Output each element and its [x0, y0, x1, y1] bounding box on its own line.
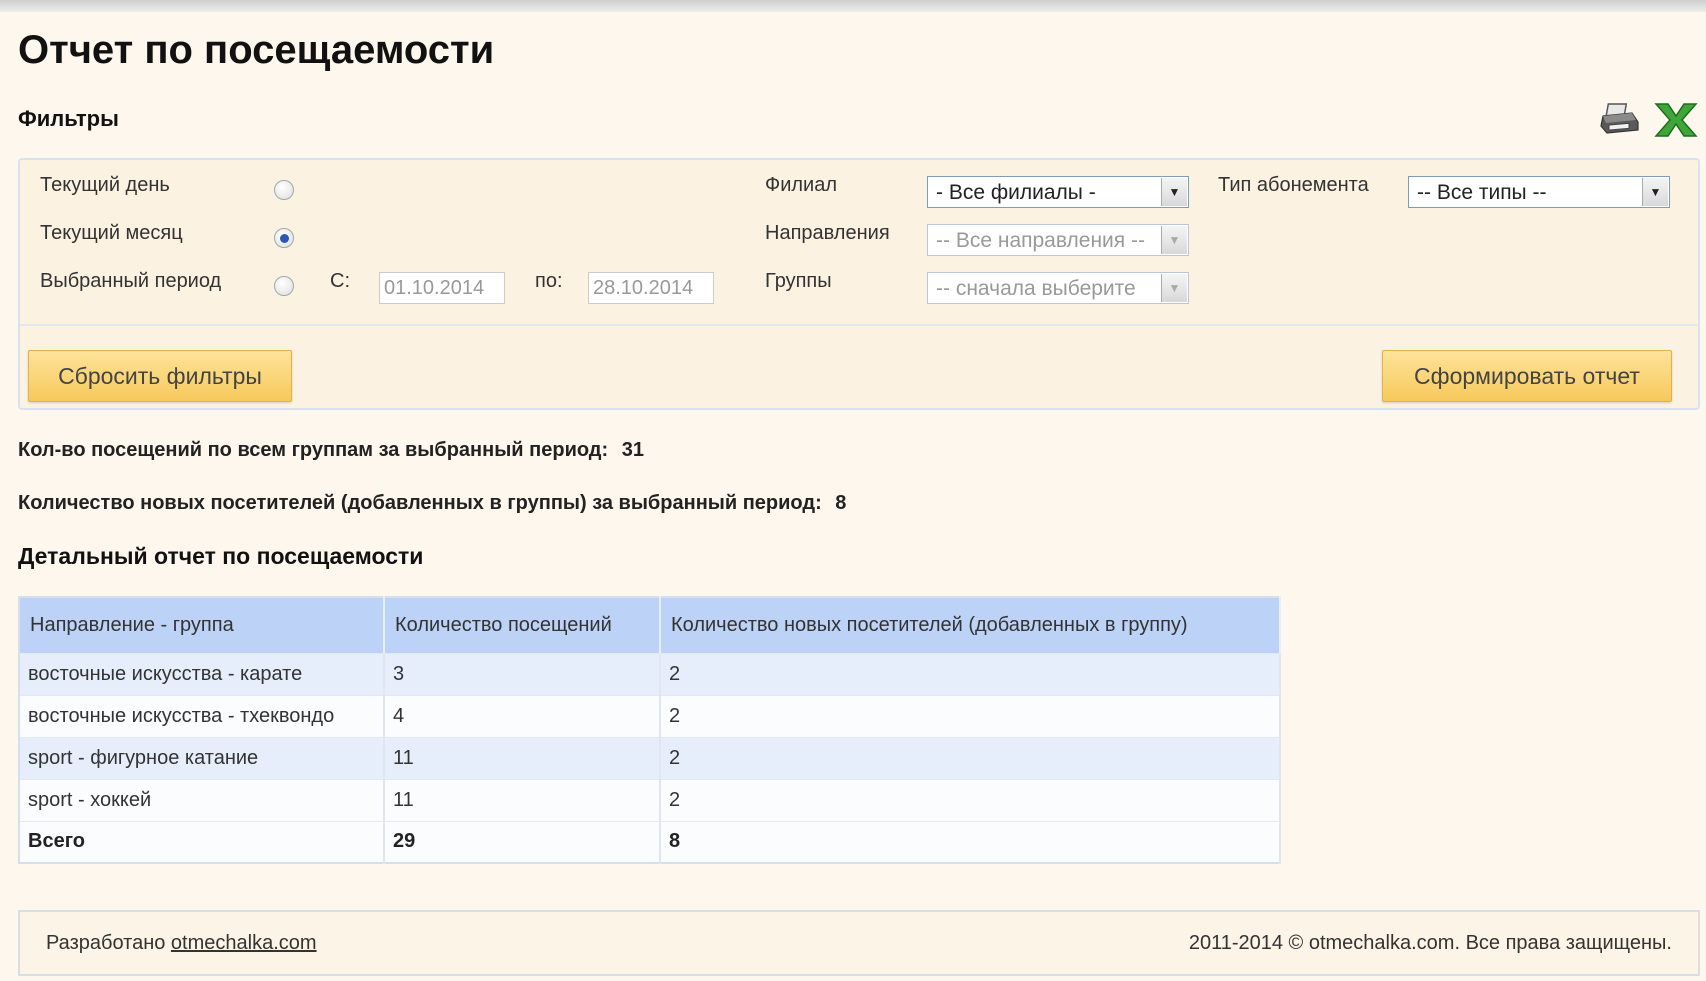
directions-select[interactable]: -- Все направления -- ▼: [927, 224, 1189, 256]
subscription-type-label: Тип абонемента: [1218, 174, 1369, 196]
filters-title: Фильтры: [18, 106, 119, 131]
new-visitors-stat: Количество новых посетителей (добавленны…: [18, 492, 846, 515]
chevron-down-icon: ▼: [1642, 178, 1668, 206]
table-cell: 29: [384, 820, 661, 863]
date-to-input[interactable]: [588, 272, 714, 304]
footer-developer-link[interactable]: otmechalka.com: [171, 932, 317, 954]
groups-select-value: -- сначала выберите: [936, 277, 1136, 300]
current-day-label: Текущий день: [40, 174, 170, 196]
chevron-down-icon: ▼: [1161, 178, 1187, 206]
subscription-type-select-value: -- Все типы --: [1417, 181, 1547, 204]
chevron-down-icon: ▼: [1161, 226, 1187, 254]
branch-select-value: - Все филиалы -: [936, 181, 1096, 204]
selected-period-radio[interactable]: [274, 276, 294, 296]
table-cell: sport - хоккей: [19, 778, 385, 821]
new-visitors-stat-value: 8: [835, 492, 847, 514]
table-cell: sport - фигурное катание: [19, 736, 385, 779]
branch-label: Филиал: [765, 174, 838, 196]
current-month-radio[interactable]: [274, 228, 294, 248]
current-month-label: Текущий месяц: [40, 222, 183, 244]
table-cell: 8: [660, 820, 1281, 863]
filter-divider: [20, 324, 1698, 326]
date-from-label: С:: [330, 270, 350, 292]
footer-developed-label: Разработано: [46, 932, 166, 954]
column-header: Количество посещений: [384, 597, 661, 653]
footer: Разработано otmechalka.com 2011-2014 © o…: [18, 910, 1700, 976]
current-day-radio[interactable]: [274, 180, 294, 200]
subscription-type-select[interactable]: -- Все типы -- ▼: [1408, 176, 1670, 208]
reset-filters-button[interactable]: Сбросить фильтры: [28, 350, 292, 402]
table-row: восточные искусства - карате 3 2: [19, 652, 1281, 695]
detailed-report-title: Детальный отчет по посещаемости: [18, 543, 424, 569]
table-cell: 2: [660, 694, 1281, 737]
table-row: sport - фигурное катание 11 2: [19, 736, 1281, 779]
table-cell: 4: [384, 694, 661, 737]
table-header-row: Направление - группа Количество посещени…: [19, 597, 1281, 653]
table-cell: 2: [660, 652, 1281, 695]
table-cell: 2: [660, 736, 1281, 779]
new-visitors-stat-label: Количество новых посетителей (добавленны…: [18, 492, 822, 514]
page-title: Отчет по посещаемости: [18, 28, 495, 72]
groups-label: Группы: [765, 270, 832, 292]
selected-period-label: Выбранный период: [40, 270, 222, 292]
printer-icon[interactable]: [1598, 100, 1642, 140]
top-bar: [0, 0, 1706, 12]
table-cell: восточные искусства - карате: [19, 652, 385, 695]
filter-panel: Текущий день Текущий месяц Выбранный пер…: [18, 158, 1700, 410]
footer-copyright: 2011-2014 © otmechalka.com. Все права за…: [1188, 932, 1672, 954]
table-total-row: Всего 29 8: [19, 820, 1281, 863]
visits-stat-value: 31: [621, 439, 644, 461]
directions-label: Направления: [765, 222, 890, 244]
table-row: восточные искусства - тхеквондо 4 2: [19, 694, 1281, 737]
table-cell: восточные искусства - тхеквондо: [19, 694, 385, 737]
generate-report-button[interactable]: Сформировать отчет: [1382, 350, 1672, 402]
footer-credits: Разработано otmechalka.com: [46, 932, 317, 955]
directions-select-value: -- Все направления --: [936, 229, 1145, 252]
table-cell: 11: [384, 736, 661, 779]
chevron-down-icon: ▼: [1161, 274, 1187, 302]
table-cell: 2: [660, 778, 1281, 821]
column-header: Направление - группа: [19, 597, 385, 653]
export-toolbar: [1598, 100, 1698, 140]
date-from-input[interactable]: [379, 272, 505, 304]
visits-stat-label: Кол-во посещений по всем группам за выбр…: [18, 439, 609, 461]
groups-select[interactable]: -- сначала выберите ▼: [927, 272, 1189, 304]
report-table: Направление - группа Количество посещени…: [18, 596, 1281, 864]
table-cell: 3: [384, 652, 661, 695]
branch-select[interactable]: - Все филиалы - ▼: [927, 176, 1189, 208]
table-row: sport - хоккей 11 2: [19, 778, 1281, 821]
date-to-label: по:: [535, 270, 563, 292]
column-header: Количество новых посетителей (добавленны…: [660, 597, 1281, 653]
table-cell: Всего: [19, 820, 385, 863]
table-cell: 11: [384, 778, 661, 821]
visits-stat: Кол-во посещений по всем группам за выбр…: [18, 439, 644, 462]
excel-icon[interactable]: [1654, 100, 1698, 140]
